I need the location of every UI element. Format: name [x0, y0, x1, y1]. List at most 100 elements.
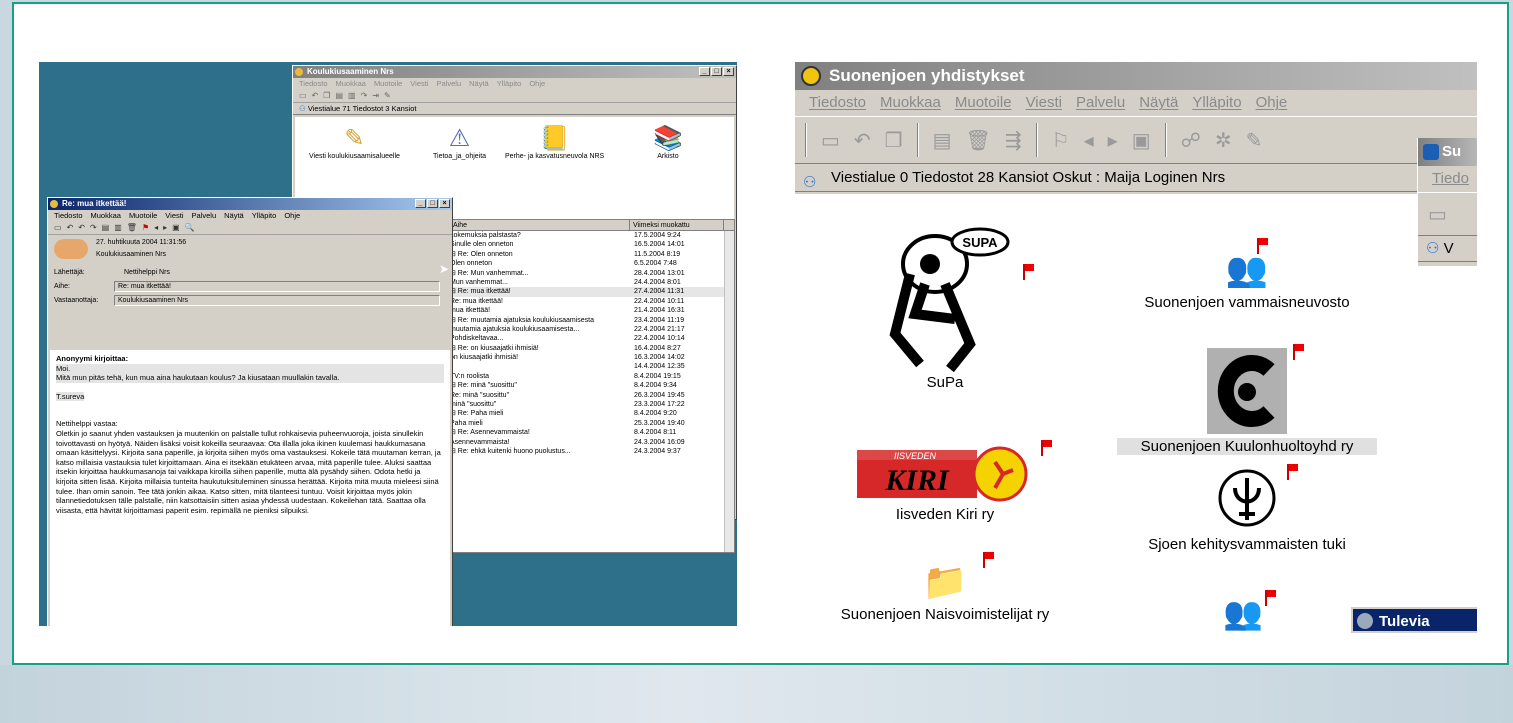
list-item[interactable]: muutamia ajatuksia koulukiusaamisesta...… — [450, 325, 734, 334]
list-item[interactable]: kokemuksia palstasta? 17.5.2004 9:24 — [450, 231, 734, 240]
folder-arkisto[interactable]: 📚 Arkisto — [653, 125, 683, 160]
folder-icon[interactable]: ▣ — [1132, 128, 1151, 153]
message-body[interactable]: Anonyymi kirjoittaa: Moi. Mitä mun pitäs… — [50, 350, 450, 626]
prev-icon[interactable]: ◂ — [154, 223, 158, 232]
flag-icon[interactable]: ⚐ — [1052, 128, 1070, 153]
new-icon[interactable]: ▭ — [821, 128, 840, 153]
menu-ohje[interactable]: Ohje — [529, 78, 545, 89]
menu-palvelu[interactable]: Palvelu — [192, 210, 217, 221]
list-item[interactable]: ⊟ Re: Mun vanhemmat... 28.4.2004 13:01 — [450, 269, 734, 278]
col-muokattu[interactable]: Viimeksi muokattu — [630, 220, 724, 230]
new-icon[interactable]: ▭ — [54, 223, 62, 232]
menu-tiedosto[interactable]: Tiedosto — [299, 78, 328, 89]
menu-nayta[interactable]: Näytä — [224, 210, 244, 221]
print-icon[interactable]: ▥ — [114, 223, 122, 232]
list-item[interactable]: ⊟ Re: on kiusaajatki ihmisiä! 16.4.2004 8… — [450, 344, 734, 353]
assoc-vammaisneuvosto[interactable]: 👥 Suonenjoen vammaisneuvosto — [1117, 246, 1377, 311]
subject-field[interactable]: Re: mua itkettää! — [114, 280, 440, 292]
assoc-kiri[interactable]: IISVEDEN KIRI Iisveden Kiri ry — [845, 444, 1045, 523]
flag-icon[interactable]: ⚑ — [142, 223, 149, 232]
users-icon[interactable]: ☍ — [1181, 128, 1201, 153]
close-button[interactable]: × — [723, 67, 734, 76]
overlap-titlebar[interactable]: Su — [1418, 138, 1477, 166]
toolbar-reply-icon[interactable]: ↶ — [312, 91, 319, 100]
list-item[interactable]: Olen onneton 6.5.2004 7:48 — [450, 259, 734, 268]
people-folder-icon[interactable]: 👥 — [1223, 594, 1263, 632]
tools-icon[interactable]: ✎ — [1246, 128, 1263, 153]
list-item[interactable]: Pohdiskeltavaa... 22.4.2004 10:14 — [450, 334, 734, 343]
list-item[interactable]: ⊟ Re: Olen onneton 11.5.2004 8:19 — [450, 250, 734, 259]
next-icon[interactable]: ▸ — [1108, 128, 1118, 153]
menu-muotoile[interactable]: Muotoile — [129, 210, 157, 221]
menu-nayta[interactable]: Näytä — [469, 78, 489, 89]
menu-tiedosto[interactable]: Tiedosto — [54, 210, 83, 221]
forward-icon[interactable]: ↷ — [90, 223, 97, 232]
message-titlebar[interactable]: Re: mua itkettää! _ □ × — [48, 198, 452, 210]
maximize-button[interactable]: □ — [711, 67, 722, 76]
list-item[interactable]: Re: minä "suosittu" 26.3.2004 19:45 — [450, 391, 734, 400]
maximize-button[interactable]: □ — [427, 199, 438, 208]
menu-yllapito[interactable]: Ylläpito — [1192, 90, 1241, 116]
menu-muokkaa[interactable]: Muokkaa — [91, 210, 121, 221]
list-item[interactable]: ⊟ Re: mua itkettää! 27.4.2004 11:31 — [450, 287, 734, 297]
list-item[interactable]: ⊟ Re: ehkä kuitenki huono puolustus... 24… — [450, 447, 734, 456]
menu-muokkaa[interactable]: Muokkaa — [336, 78, 366, 89]
new-icon[interactable]: ▭ — [1428, 204, 1447, 226]
menu-palvelu[interactable]: Palvelu — [1076, 90, 1125, 116]
overlap-menu[interactable]: Tiedo — [1418, 166, 1477, 192]
search-icon[interactable]: 🔍 — [185, 223, 195, 232]
toolbar-new-icon[interactable]: ▭ — [299, 91, 307, 100]
list-item[interactable]: on kiusaajatki ihmisiä! 16.3.2004 14:02 — [450, 353, 734, 362]
menu-viesti[interactable]: Viesti — [1026, 90, 1062, 116]
print-icon[interactable]: ▤ — [933, 128, 952, 153]
list-item[interactable]: mua itkettää! 21.4.2004 16:31 — [450, 306, 734, 315]
assoc-naisvoimistelijat[interactable]: 📁 Suonenjoen Naisvoimistelijat ry — [815, 558, 1075, 623]
folder-tietoa[interactable]: ⚠ Tietoa_ja_ohjeita — [433, 125, 486, 160]
menu-muotoile[interactable]: Muotoile — [955, 90, 1012, 116]
list-item[interactable]: Mun vanhemmat... 24.4.2004 8:01 — [450, 278, 734, 287]
reply-all-icon[interactable]: ↶ — [78, 223, 85, 232]
menu-ohje[interactable]: Ohje — [1256, 90, 1288, 116]
toolbar-delete-icon[interactable]: ▥ — [348, 91, 356, 100]
reply-icon[interactable]: ↶ — [854, 128, 871, 153]
assoc-supa[interactable]: SUPA SuPa — [865, 224, 1025, 391]
menu-palvelu[interactable]: Palvelu — [437, 78, 462, 89]
assoc-kuulonhuolto[interactable]: Suonenjoen Kuulonhuoltoyhd ry — [1117, 348, 1377, 455]
folder-icon[interactable]: ▣ — [172, 223, 180, 232]
toolbar-forward-icon[interactable]: ↷ — [361, 91, 368, 100]
toolbar-tools-icon[interactable]: ✎ — [384, 91, 391, 100]
minimize-button[interactable]: _ — [415, 199, 426, 208]
toolbar-copy-icon[interactable]: ❐ — [323, 91, 330, 100]
menu-muotoile[interactable]: Muotoile — [374, 78, 402, 89]
delete-icon[interactable]: 🗑 — [966, 128, 991, 153]
to-field[interactable]: Koulukiusaaminen Nrs — [114, 294, 440, 306]
menu-viesti[interactable]: Viesti — [165, 210, 183, 221]
menu-ohje[interactable]: Ohje — [284, 210, 300, 221]
list-item[interactable]: minä "suosittu" 23.3.2004 17:22 — [450, 400, 734, 409]
assoc-kehitysvammaisten[interactable]: Sjoen kehitysvammaisten tuki — [1117, 468, 1377, 553]
list-item[interactable]: ⊟ Re: Asennevammaista! 8.4.2004 8:11 — [450, 428, 734, 437]
folder-perhe[interactable]: 📒 Perhe- ja kasvatusneuvola NRS — [505, 125, 604, 160]
toolbar-move-icon[interactable]: ⇥ — [372, 91, 379, 100]
next-icon[interactable]: ▸ — [163, 223, 167, 232]
list-item[interactable]: Re: mua itkettää! 22.4.2004 10:11 — [450, 297, 734, 306]
list-item[interactable]: Sinulle olen onneton 16.5.2004 14:01 — [450, 240, 734, 249]
properties-icon[interactable]: ⇶ — [1005, 128, 1022, 153]
list-item[interactable]: ⊟ Re: Paha mieli 8.4.2004 9:20 — [450, 409, 734, 418]
from-value[interactable]: Nettihelppi Nrs — [114, 269, 170, 276]
menu-tiedosto[interactable]: Tiedosto — [809, 90, 866, 116]
list-item[interactable]: TV:n roolista 8.4.2004 19:15 — [450, 372, 734, 381]
settings-icon[interactable]: ✲ — [1215, 128, 1232, 153]
save-icon[interactable]: ▤ — [102, 223, 110, 232]
tulevia-window-tab[interactable]: Tulevia — [1351, 607, 1477, 633]
main-titlebar[interactable]: Suonenjoen yhdistykset — [795, 62, 1477, 90]
menu-yllapito[interactable]: Ylläpito — [252, 210, 277, 221]
prev-icon[interactable]: ◂ — [1084, 128, 1094, 153]
minimize-button[interactable]: _ — [699, 67, 710, 76]
menu-muokkaa[interactable]: Muokkaa — [880, 90, 941, 116]
reply-icon[interactable]: ↶ — [67, 223, 74, 232]
folder-viesti[interactable]: ✎ Viesti koulukiusaamisalueelle — [309, 125, 400, 160]
list-item[interactable]: ⊟ Re: muutamia ajatuksia koulukiusaamise… — [450, 316, 734, 325]
folder-window-titlebar[interactable]: Koulukiusaaminen Nrs _ □ × — [293, 66, 736, 78]
menu-yllapito[interactable]: Ylläpito — [497, 78, 522, 89]
